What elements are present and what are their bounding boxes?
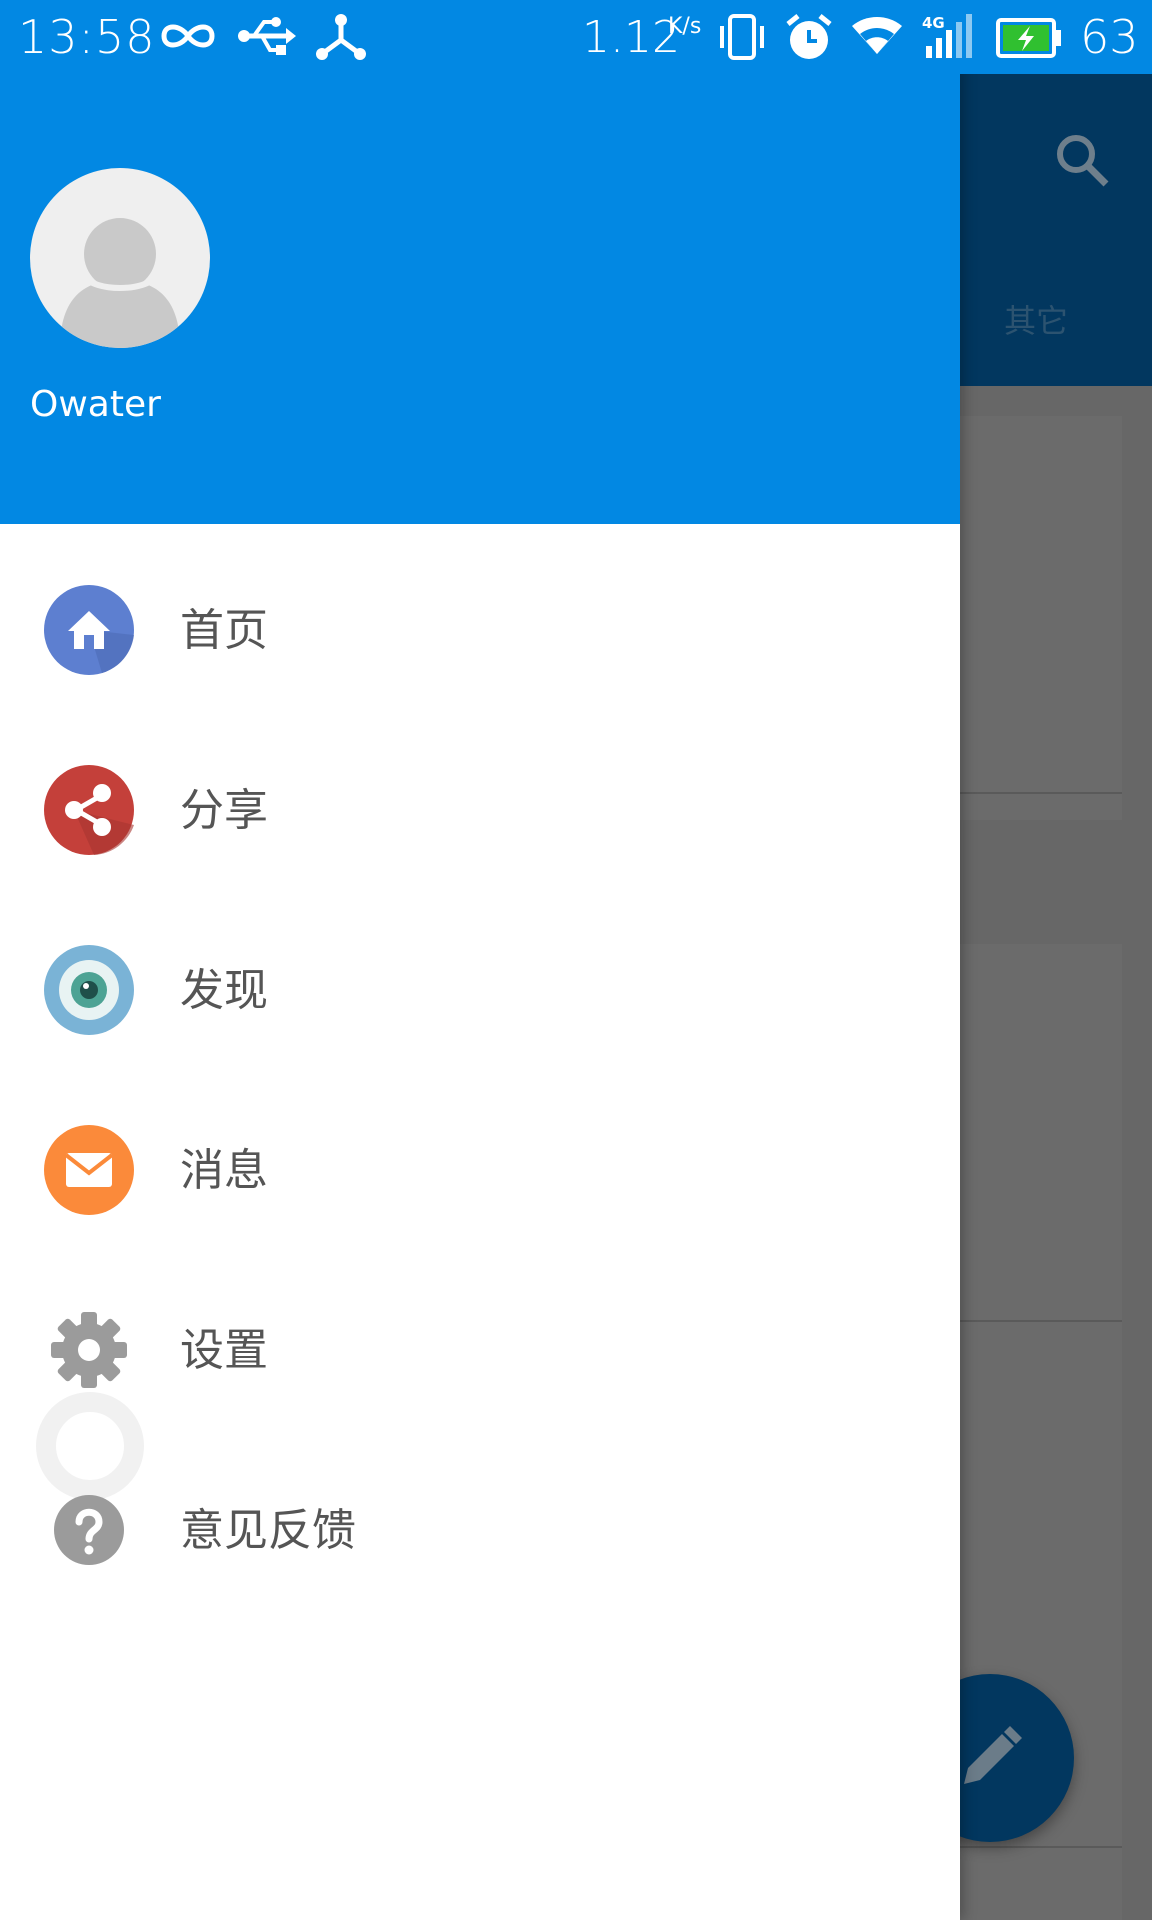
navigation-drawer: Owater 首页 分享 发现 消息 设置 意见反馈 bbox=[0, 0, 960, 1920]
signal-4g-icon: 4G bbox=[920, 12, 976, 64]
drawer-header: Owater bbox=[0, 0, 960, 524]
menu-item-share[interactable]: 分享 bbox=[0, 720, 960, 900]
screen: 13:58 1.12 K/s 4G 63 其它 Owater 首页 分享 发现 … bbox=[0, 0, 1152, 1920]
username: Owater bbox=[30, 384, 161, 425]
gear-icon bbox=[44, 1305, 134, 1395]
network-speed: 1.12 bbox=[582, 12, 680, 63]
mail-icon bbox=[44, 1125, 134, 1215]
tab-other: 其它 bbox=[1004, 302, 1069, 340]
person-icon bbox=[60, 218, 180, 348]
infinity-icon bbox=[158, 18, 218, 58]
status-time: 13:58 bbox=[18, 10, 156, 64]
status-bar: 13:58 1.12 K/s 4G 63 bbox=[0, 0, 1152, 74]
menu-item-feedback[interactable]: 意见反馈 bbox=[0, 1440, 960, 1620]
share-icon bbox=[44, 765, 134, 855]
menu-item-home[interactable]: 首页 bbox=[0, 540, 960, 720]
usb-icon bbox=[236, 14, 298, 62]
menu-label: 发现 bbox=[180, 965, 268, 1016]
svg-text:4G: 4G bbox=[922, 14, 945, 32]
menu-item-discover[interactable]: 发现 bbox=[0, 900, 960, 1080]
menu-label: 分享 bbox=[180, 785, 268, 836]
menu-label: 设置 bbox=[180, 1325, 268, 1376]
battery-charging-icon bbox=[996, 18, 1062, 62]
menu-label: 首页 bbox=[180, 605, 268, 656]
battery-percent: 63 bbox=[1080, 10, 1139, 64]
menu-label: 意见反馈 bbox=[180, 1505, 356, 1556]
help-icon bbox=[54, 1495, 124, 1565]
vibrate-icon bbox=[716, 12, 768, 66]
search-icon bbox=[1054, 132, 1110, 192]
eye-icon bbox=[44, 945, 134, 1035]
menu-label: 消息 bbox=[180, 1145, 268, 1196]
tether-icon bbox=[316, 12, 366, 66]
avatar[interactable] bbox=[30, 168, 210, 348]
home-icon bbox=[44, 585, 134, 675]
wifi-icon bbox=[850, 14, 904, 62]
network-speed-unit: K/s bbox=[668, 14, 702, 39]
menu-item-messages[interactable]: 消息 bbox=[0, 1080, 960, 1260]
alarm-icon bbox=[784, 12, 834, 66]
menu-item-settings[interactable]: 设置 bbox=[0, 1260, 960, 1440]
